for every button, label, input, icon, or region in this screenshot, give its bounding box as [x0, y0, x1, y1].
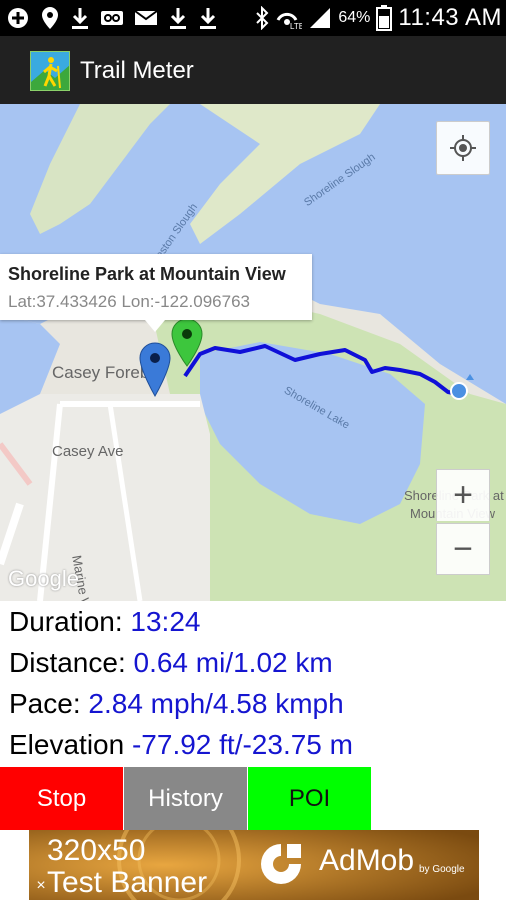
lte-signal-icon: LTE — [276, 12, 302, 30]
download-icon — [170, 8, 186, 29]
info-window-pointer — [145, 320, 165, 332]
poi-button[interactable]: POI — [248, 767, 371, 830]
notification-icons — [6, 6, 218, 30]
crosshair-icon — [450, 135, 476, 161]
distance-row: Distance: 0.64 mi/1.02 km — [0, 642, 506, 683]
map-tiles — [0, 104, 506, 601]
zoom-out-button[interactable]: − — [436, 523, 490, 575]
pace-row: Pace: 2.84 mph/4.58 kmph — [0, 683, 506, 724]
status-bar: LTE 64% 11:43 AM — [0, 0, 506, 36]
battery-percent: 64% — [338, 9, 371, 26]
current-marker-icon[interactable] — [138, 342, 172, 398]
ad-line-1: 320x50 — [47, 834, 146, 867]
ad-brand-sub: by Google — [419, 864, 465, 875]
map-label-casey-ave: Casey Ave — [52, 443, 124, 460]
clock: 11:43 AM — [398, 4, 502, 31]
admob-logo-icon — [261, 844, 301, 884]
info-window-coordinates: Lat:37.433426 Lon:-122.096763 — [8, 292, 251, 311]
voicemail-icon — [101, 11, 123, 25]
distance-value: 0.64 mi/1.02 km — [133, 647, 333, 678]
history-button[interactable]: History — [124, 767, 247, 830]
distance-label: Distance: — [9, 647, 134, 678]
duration-row: Duration: 13:24 — [0, 601, 506, 642]
elevation-label: Elevation — [9, 729, 132, 760]
pace-label: Pace: — [9, 688, 89, 719]
stop-button[interactable]: Stop — [0, 767, 123, 830]
battery-icon — [376, 5, 393, 31]
map-view[interactable]: Casey Foreb Casey Ave Marine Way Shoreli… — [0, 104, 506, 601]
action-bar: Trail Meter — [0, 36, 506, 104]
stats-panel: Duration: 13:24 Distance: 0.64 mi/1.02 k… — [0, 601, 506, 765]
svg-text:LTE: LTE — [290, 22, 302, 30]
map-label-casey-forebay: Casey Foreb — [52, 363, 150, 382]
ad-brand: AdMob — [319, 844, 415, 877]
google-logo: Google — [8, 566, 79, 591]
ad-banner[interactable]: 320x50 Test Banner × AdMob by Google — [29, 830, 479, 900]
bluetooth-icon — [256, 6, 269, 30]
location-pin-icon — [42, 7, 58, 29]
my-location-button[interactable] — [436, 121, 490, 175]
hiker-logo-icon — [30, 51, 70, 91]
pace-value: 2.84 mph/4.58 kmph — [88, 688, 344, 719]
duration-label: Duration: — [9, 606, 131, 637]
elevation-value: -77.92 ft/-23.75 m — [131, 729, 353, 760]
download-icon — [72, 8, 88, 29]
status-right: LTE 64% 11:43 AM — [254, 0, 502, 36]
ad-line-2: Test Banner — [47, 866, 208, 899]
zoom-in-button[interactable]: + — [436, 469, 490, 521]
cell-signal-icon — [310, 8, 331, 28]
download-icon — [200, 8, 216, 29]
marker-info-window[interactable]: Shoreline Park at Mountain View Lat:37.4… — [0, 254, 312, 332]
info-window-title: Shoreline Park at Mountain View — [8, 264, 286, 284]
elevation-row: Elevation -77.92 ft/-23.75 m — [0, 724, 506, 765]
mail-icon — [134, 10, 158, 25]
duration-value: 13:24 — [130, 606, 201, 637]
start-marker-icon[interactable] — [170, 318, 204, 368]
add-box-icon — [8, 8, 28, 28]
ad-close-icon[interactable]: × — [31, 876, 51, 896]
app-title: Trail Meter — [80, 57, 194, 84]
